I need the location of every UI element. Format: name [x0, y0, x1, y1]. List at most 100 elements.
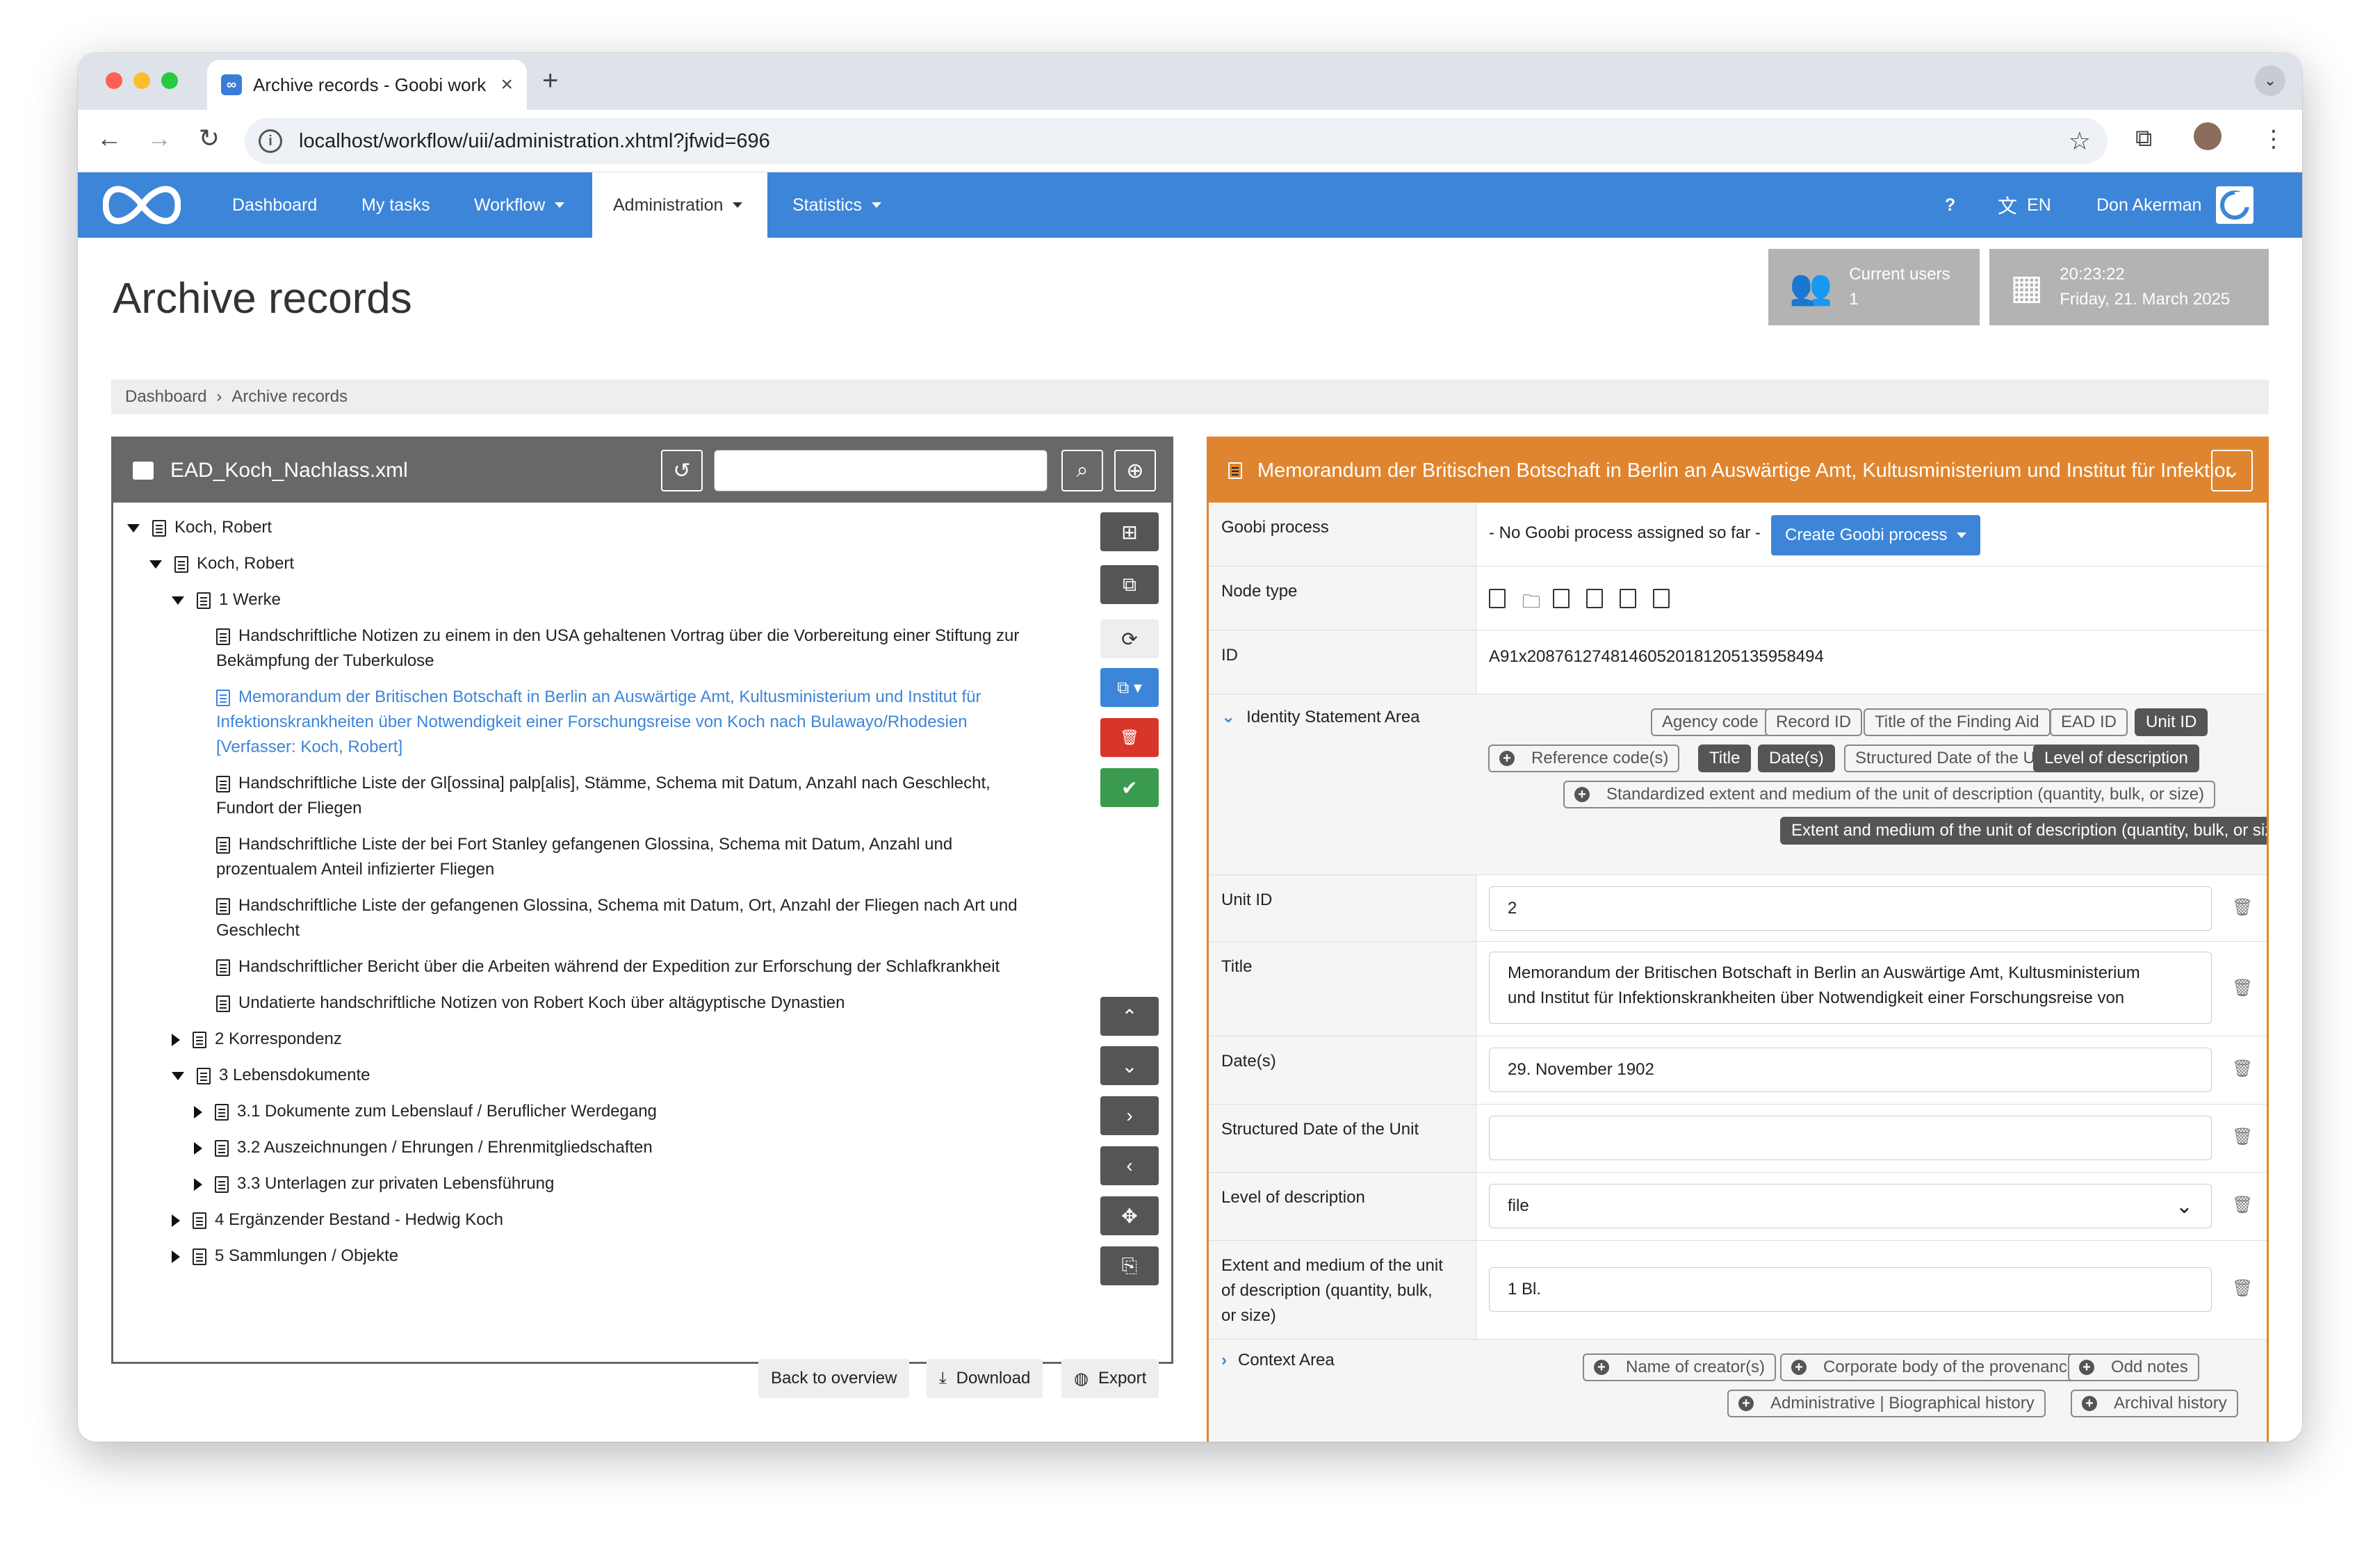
browser-menu-icon[interactable]: ⋮	[2262, 125, 2285, 153]
node-type-image-icon[interactable]	[1553, 589, 1570, 608]
paste-button[interactable]: ⎘	[1100, 1246, 1159, 1285]
badge-structured-date[interactable]: Structured Date of the Unit	[1844, 744, 2064, 772]
reload-icon[interactable]: ↻	[192, 124, 227, 153]
node-type-other-icon[interactable]	[1653, 589, 1670, 608]
unit-id-input[interactable]: 2	[1489, 886, 2212, 931]
nav-workflow[interactable]: Workflow	[474, 172, 565, 238]
nav-dashboard[interactable]: Dashboard	[232, 172, 317, 238]
url-bar[interactable]: i localhost/workflow/uii/administration.…	[245, 118, 2108, 164]
bookmark-star-icon[interactable]: ☆	[2069, 127, 2091, 156]
move-up-button[interactable]: ⌃	[1100, 997, 1159, 1036]
badge-administrative-history[interactable]: + Administrative | Biographical history	[1727, 1390, 2046, 1417]
title-textarea[interactable]: Memorandum der Britischen Botschaft in B…	[1489, 952, 2212, 1024]
tree-node[interactable]: Handschriftliche Liste der Gl[ossina] pa…	[216, 771, 991, 821]
collapse-triangle-icon[interactable]	[149, 560, 162, 569]
profile-avatar[interactable]	[2194, 122, 2222, 150]
collapse-triangle-icon[interactable]	[172, 596, 184, 605]
extent-input[interactable]: 1 Bl.	[1489, 1267, 2212, 1312]
outdent-button[interactable]: ‹	[1100, 1146, 1159, 1185]
node-type-audio-icon[interactable]	[1586, 589, 1604, 608]
tree-node[interactable]: 5 Sammlungen / Objekte	[172, 1244, 398, 1269]
delete-node-button[interactable]: 🗑	[1100, 718, 1159, 757]
badge-title[interactable]: Title	[1698, 744, 1752, 772]
move-node-button[interactable]: ✥	[1100, 1196, 1159, 1235]
context-section-toggle[interactable]: › Context Area	[1221, 1351, 1335, 1370]
dates-input[interactable]: 29. November 1902	[1489, 1048, 2212, 1092]
download-button[interactable]: ⤓ Download	[927, 1359, 1043, 1398]
tree-node[interactable]: Undatierte handschriftliche Notizen von …	[216, 991, 845, 1016]
node-type-file-icon[interactable]	[1489, 589, 1506, 608]
breadcrumb-dashboard[interactable]: Dashboard	[125, 387, 206, 407]
tree-node[interactable]: 4 Ergänzender Bestand - Hedwig Koch	[172, 1207, 503, 1232]
tree-node[interactable]: 2 Korrespondenz	[172, 1027, 342, 1052]
badge-record-id[interactable]: Record ID	[1765, 708, 1863, 736]
extensions-puzzle-icon[interactable]: ⧉	[2135, 125, 2152, 152]
close-window-button[interactable]	[106, 72, 122, 89]
tree-node[interactable]: 3 Lebensdokumente	[172, 1063, 370, 1088]
site-info-icon[interactable]: i	[259, 129, 282, 153]
tree-node-selected[interactable]: Memorandum der Britischen Botschaft in B…	[216, 685, 981, 760]
badge-level-of-description[interactable]: Level of description	[2033, 744, 2199, 772]
back-arrow-icon[interactable]: ←	[92, 124, 127, 153]
trash-icon[interactable]: 🗑	[2232, 897, 2253, 918]
badge-title-of-finding-aid[interactable]: Title of the Finding Aid	[1864, 708, 2051, 736]
goobi-logo-icon[interactable]	[103, 184, 181, 227]
badge-unit-id[interactable]: Unit ID	[2135, 708, 2208, 736]
tree-node[interactable]: Koch, Robert	[127, 515, 272, 540]
search-button[interactable]: ⌕	[1061, 450, 1103, 491]
forward-arrow-icon[interactable]: →	[142, 124, 177, 153]
add-child-node-button[interactable]: ⧉	[1100, 565, 1159, 604]
tree-node[interactable]: Handschriftliche Liste der gefangenen Gl…	[216, 893, 1018, 943]
nav-my-tasks[interactable]: My tasks	[361, 172, 430, 238]
refresh-button[interactable]: ⟳	[1100, 619, 1159, 658]
tree-node[interactable]: Koch, Robert	[149, 551, 294, 576]
minimize-window-button[interactable]	[133, 72, 150, 89]
tree-search-input[interactable]	[714, 450, 1048, 491]
trash-icon[interactable]: 🗑	[2232, 1195, 2253, 1215]
badge-agency-code[interactable]: Agency code	[1651, 708, 1770, 736]
trash-icon[interactable]: 🗑	[2232, 978, 2253, 998]
back-to-overview-button[interactable]: Back to overview	[758, 1359, 910, 1398]
collapse-triangle-icon[interactable]	[172, 1071, 184, 1080]
badge-reference-codes[interactable]: + Reference code(s)	[1488, 744, 1680, 772]
badge-corporate-body[interactable]: + Corporate body of the provenance	[1780, 1353, 2088, 1381]
tree-node[interactable]: 3.2 Auszeichnungen / Ehrungen / Ehrenmit…	[194, 1135, 653, 1160]
trash-icon[interactable]: 🗑	[2232, 1278, 2253, 1299]
collapse-panel-button[interactable]: ⌄	[2211, 450, 2253, 491]
new-tab-icon[interactable]: +	[542, 65, 558, 97]
trash-icon[interactable]: 🗑	[2232, 1059, 2253, 1079]
badge-ead-id[interactable]: EAD ID	[2050, 708, 2128, 736]
expand-triangle-icon[interactable]	[172, 1214, 180, 1227]
tree-node[interactable]: 3.3 Unterlagen zur privaten Lebensführun…	[194, 1171, 554, 1196]
expand-triangle-icon[interactable]	[194, 1141, 202, 1155]
badge-dates[interactable]: Date(s)	[1758, 744, 1835, 772]
create-goobi-process-button[interactable]: Create Goobi process	[1771, 515, 1981, 555]
tab-list-chevron-icon[interactable]: ⌄	[2255, 65, 2285, 96]
structured-date-input[interactable]	[1489, 1116, 2212, 1160]
tree-node[interactable]: Handschriftliche Notizen zu einem in den…	[216, 624, 1019, 674]
tree-node[interactable]: Handschriftliche Liste der bei Fort Stan…	[216, 832, 952, 882]
badge-extent-and-medium[interactable]: Extent and medium of the unit of descrip…	[1780, 817, 2267, 845]
nav-administration[interactable]: Administration	[592, 172, 767, 238]
reset-search-button[interactable]: ↺	[661, 450, 703, 491]
expand-triangle-icon[interactable]	[194, 1178, 202, 1191]
language-switcher[interactable]: 文 EN	[1998, 172, 2051, 238]
duplicate-dropdown-button[interactable]: ⧉ ▾	[1100, 668, 1159, 707]
tree-node[interactable]: 3.1 Dokumente zum Lebenslauf / Beruflich…	[194, 1099, 657, 1124]
tree-node[interactable]: Handschriftlicher Bericht über die Arbei…	[216, 954, 1000, 979]
help-button[interactable]: ?	[1945, 172, 1955, 238]
level-of-description-select[interactable]: file ⌄	[1489, 1184, 2212, 1228]
tree-node[interactable]: 1 Werke	[172, 587, 281, 612]
user-menu[interactable]: Don Akerman	[2096, 172, 2201, 238]
nav-statistics[interactable]: Statistics	[792, 172, 882, 238]
trash-icon[interactable]: 🗑	[2232, 1127, 2253, 1147]
node-type-folder-icon[interactable]: 🗀	[1522, 589, 1540, 619]
indent-button[interactable]: ›	[1100, 1096, 1159, 1135]
export-button[interactable]: ◍ Export	[1061, 1359, 1159, 1398]
expand-triangle-icon[interactable]	[194, 1105, 202, 1118]
node-type-video-icon[interactable]	[1620, 589, 1637, 608]
add-node-button[interactable]: ⊞	[1100, 512, 1159, 551]
browser-tab[interactable]: ∞ Archive records - Goobi work ×	[207, 60, 527, 110]
close-tab-icon[interactable]: ×	[500, 73, 513, 97]
maximize-window-button[interactable]	[161, 72, 178, 89]
